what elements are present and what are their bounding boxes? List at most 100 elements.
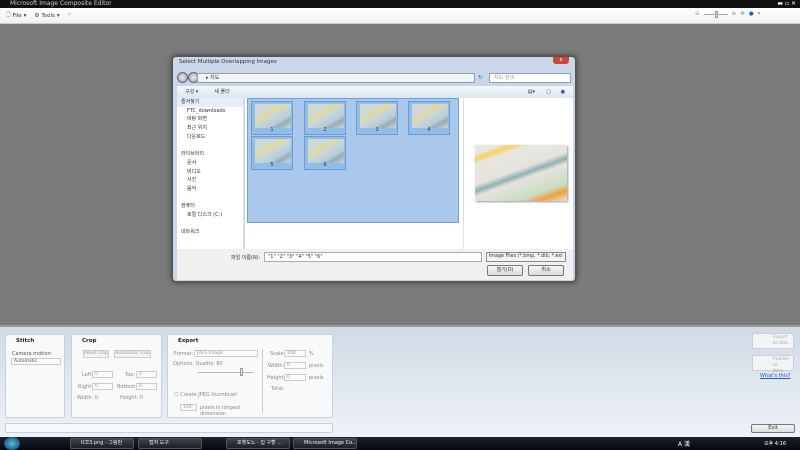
nav-item[interactable]: 라이브러리 [177, 150, 243, 159]
crop-tool-icon[interactable]: ⌗ [68, 12, 71, 19]
crop-title: Crop [82, 338, 97, 344]
left-input[interactable]: 0 [92, 371, 113, 378]
ime-indicator[interactable]: A 漢 [678, 439, 690, 448]
whats-this-link[interactable]: What's this? [760, 373, 790, 379]
thumbnail-image [255, 139, 291, 163]
nav-item[interactable]: 바탕 화면 [177, 115, 243, 124]
exit-button[interactable]: Exit [751, 424, 795, 433]
taskbar: ICE3.png - 그림판 캡처 도구 포켓도노 - 집 구할 ... Micros… [0, 437, 800, 450]
file-name: 3 [375, 127, 379, 133]
thumbnail-size-input[interactable]: 100 [180, 404, 197, 411]
open-button[interactable]: 열기(O) [487, 265, 523, 276]
taskbar-item[interactable]: 포켓도노 - 집 구할 ... [226, 438, 290, 449]
app-title: Microsoft Image Composite Editor [10, 0, 112, 7]
width-input[interactable]: 0 [284, 362, 306, 369]
nav-item[interactable]: 최근 위치 [177, 124, 243, 133]
fit-icon[interactable]: ✥ [740, 11, 745, 17]
scale-input[interactable]: 100 [284, 350, 306, 357]
thumbnail-image [255, 104, 291, 128]
cancel-button[interactable]: 취소 [528, 265, 564, 276]
preview-image [475, 145, 567, 201]
zoom-in-icon[interactable]: ⊕ [732, 11, 737, 17]
window-controls[interactable]: ▬ ▫ ✕ [777, 0, 796, 8]
taskbar-item[interactable] [206, 438, 222, 449]
file-thumbnail[interactable]: 5 [251, 136, 293, 170]
chevron-down-icon: ▾ [23, 12, 27, 19]
thumbnail-label: Create JPEG thumbnail [180, 392, 237, 398]
taskbar-item[interactable]: ICE3.png - 그림판 [70, 438, 134, 449]
tools-menu[interactable]: ⚙ Tools ▾ [34, 13, 59, 19]
file-menu[interactable]: 🗋 File ▾ [6, 11, 26, 20]
crop-section: Crop Reset crop Automatic crop Left: 0 T… [71, 334, 162, 418]
zoom-out-icon[interactable]: ⊖ [695, 11, 700, 17]
file-thumbnail[interactable]: 1 [251, 101, 293, 135]
reset-crop-button[interactable]: Reset crop [83, 350, 109, 358]
quality-slider-thumb[interactable] [240, 368, 243, 376]
start-button[interactable] [4, 437, 20, 450]
nav-item[interactable]: 문서 [177, 159, 243, 168]
dialog-close-button[interactable]: x [553, 57, 569, 64]
file-thumbnail[interactable]: 2 [304, 101, 346, 135]
nav-item[interactable]: 네트워크 [177, 228, 243, 237]
top-input[interactable]: 0 [136, 371, 157, 378]
selection-area: 1 2 3 4 5 6 [247, 98, 459, 223]
app-title-bar: Microsoft Image Composite Editor ▬ ▫ ✕ [0, 0, 800, 8]
organize-button[interactable]: 구성 ▾ [185, 86, 198, 98]
nav-item[interactable]: 로컬 디스크 (C:) [177, 211, 243, 220]
file-thumbnail[interactable]: 6 [304, 136, 346, 170]
stitch-title: Stitch [16, 338, 35, 344]
total-label: Total: [271, 386, 285, 392]
nav-item[interactable]: 사진 [177, 176, 243, 185]
camera-motion-label: Camera motion: [12, 351, 53, 357]
file-thumbnail[interactable]: 3 [356, 101, 398, 135]
view-options-icon[interactable]: ▤▾ [528, 86, 535, 98]
help-icon[interactable]: ● [561, 86, 565, 98]
file-type-select[interactable]: Image Files (*.bmp, *.dib, *.exi [486, 252, 566, 262]
camera-motion-select[interactable]: Automatic [11, 358, 61, 365]
nav-item[interactable]: 다운로드 [177, 133, 243, 142]
file-name: 1 [270, 127, 274, 133]
crop-height: Height: 0 [120, 395, 143, 401]
nav-item[interactable]: FTC_downloads [177, 107, 243, 116]
right-input[interactable]: 0 [92, 383, 113, 390]
refresh-icon[interactable]: ↻ [478, 74, 483, 81]
nav-item[interactable]: 즐겨찾기 [177, 98, 243, 107]
stitch-section: Stitch Camera motion: Automatic [5, 334, 65, 418]
back-button[interactable] [177, 72, 188, 83]
nav-item[interactable]: 음악 [177, 185, 243, 194]
export-to-disk-button[interactable]: Export to disk... [752, 333, 794, 349]
export-title: Export [178, 338, 199, 344]
preview-pane [463, 98, 573, 249]
file-list[interactable]: 1 2 3 4 5 6 [245, 98, 463, 249]
file-name: 5 [270, 162, 274, 168]
thumbnail-image [308, 139, 344, 163]
format-select[interactable]: JPEG Image [194, 350, 258, 357]
file-thumbnail[interactable]: 4 [408, 101, 450, 135]
filename-input[interactable]: "1" "2" "3" "4" "5" "6" [264, 252, 482, 262]
taskbar-item[interactable]: 캡처 도구 [138, 438, 202, 449]
filename-label: 파일 이름(N): [231, 255, 261, 261]
taskbar-item[interactable]: Microsoft Image Co... [293, 438, 357, 449]
height-input[interactable]: 0 [284, 374, 306, 381]
zoom-slider[interactable] [703, 10, 728, 18]
file-name: 2 [323, 127, 327, 133]
thumbnail-image [308, 104, 344, 128]
scale-unit: % [309, 351, 314, 357]
thumbnail-checkbox[interactable]: ☐ Create JPEG thumbnail [174, 392, 237, 398]
new-folder-button[interactable]: 새 폴더 [214, 86, 229, 98]
nav-item[interactable]: 비디오 [177, 168, 243, 177]
help-icon[interactable]: ● [749, 11, 754, 17]
address-bar[interactable]: ▸ 지도 [197, 73, 475, 83]
nav-item[interactable]: 컴퓨터 [177, 202, 243, 211]
quality-slider[interactable] [198, 368, 254, 376]
bottom-input[interactable]: 0 [136, 383, 157, 390]
preview-pane-icon[interactable]: ▢ [546, 86, 551, 98]
nav-item [177, 220, 243, 229]
publish-to-web-button[interactable]: Publish to Web... [752, 355, 794, 374]
search-input[interactable]: 지도 검색 [489, 73, 571, 83]
automatic-crop-button[interactable]: Automatic crop [114, 350, 151, 358]
width-unit: pixels [309, 363, 324, 369]
thumbnail-image [412, 104, 448, 128]
dialog-title: Select Multiple Overlapping Images [179, 59, 277, 65]
clock[interactable]: 오후 4:16 [764, 440, 786, 447]
